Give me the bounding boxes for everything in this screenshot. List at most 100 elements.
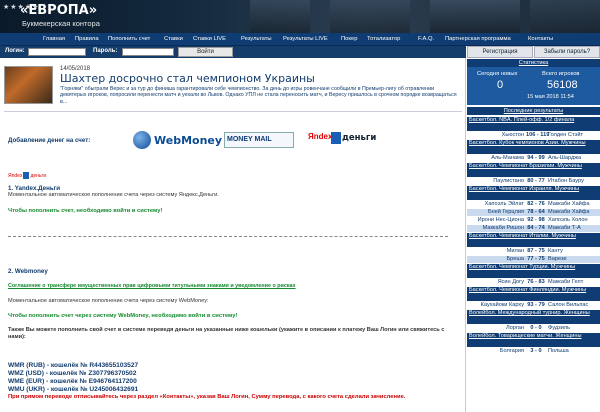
result-row: Болгария 3 - 0 Польша <box>467 348 600 355</box>
result-score: 106 - 119 <box>526 132 550 138</box>
webmoney-logo-text: WebMoney <box>154 134 223 147</box>
home-team: Ирони Нес-Циона <box>477 217 524 223</box>
results-league-header[interactable]: Баскетбол. NBA. Плей-офф. 1/2 финала <box>467 117 600 131</box>
section-title-yandex: 1. Yandex.Деньги <box>8 185 61 192</box>
away-team: Маккаби Гелт <box>548 279 584 285</box>
results-league-header[interactable]: Баскетбол. Чемпионат Италии. Мужчины <box>467 233 600 247</box>
nav-item-faq[interactable]: F.A.Q. <box>418 36 434 42</box>
results-league-header[interactable]: Волейбол. Товарищеские матчи. Женщины <box>467 333 600 347</box>
webmoney-logo[interactable]: WebMoney <box>133 129 222 151</box>
nav-item-deposit[interactable]: Пополнить счет <box>108 36 150 42</box>
result-row: Маккаби Ришон 84 - 74 Маккаби Т-А <box>467 225 600 232</box>
result-score: 92 - 98 <box>527 217 545 223</box>
home-team: Ясин Догу <box>497 279 524 285</box>
result-score: 84 - 74 <box>527 225 545 231</box>
result-score: 87 - 75 <box>527 248 545 254</box>
transfer-warning: При прямом переводе отписывайтесь через … <box>8 394 406 400</box>
result-row: Аль-Манама 94 - 99 Аль-Шарджа <box>467 155 600 162</box>
results-league-header[interactable]: Баскетбол. Чемпионат Бразилии. Мужчины <box>467 163 600 177</box>
main-nav: Главная Правила Пополнить счет Ставки Ст… <box>0 33 600 46</box>
login-input[interactable] <box>28 48 86 56</box>
add-money-label: Добавление денег на счет: <box>8 137 91 144</box>
section-desc-yandex: Моментальное автоматическое пополнение с… <box>8 192 219 198</box>
result-row: Бней Герцлия 78 - 64 Маккаби Хайфа <box>467 209 600 216</box>
yandex-logo-word: деньги <box>342 133 377 143</box>
last-results-title[interactable]: Последние результаты <box>467 107 600 115</box>
result-row: Бреша 77 - 75 Варезе <box>467 256 600 263</box>
password-input[interactable] <box>122 48 174 56</box>
nav-item-contacts[interactable]: Контакты <box>528 36 553 42</box>
home-team: Бреша <box>506 256 525 262</box>
result-score: 77 - 75 <box>527 256 545 262</box>
wallet-wmr: WMR (RUB) - кошелёк № R443655103527 <box>8 362 139 369</box>
yandex-money-logo[interactable]: Яndex деньги <box>308 129 376 151</box>
password-label: Пароль: <box>93 48 118 54</box>
results-league-header[interactable]: Баскетбол. Чемпионат Финляндии. Мужчины <box>467 287 600 301</box>
logo-subtitle: Букмекерская контора <box>22 19 100 28</box>
result-score: 3 - 0 <box>530 348 542 354</box>
away-team: Хапоэль Холон <box>548 217 588 223</box>
header-photo <box>530 0 600 33</box>
home-team: Каухайоки Карху <box>480 302 524 308</box>
news-title[interactable]: Шахтер досрочно стал чемпионом Украины <box>60 72 315 85</box>
yandex-small-text: Яndex <box>8 172 23 179</box>
login-required-note: Чтобы пополнить счет через систему WebMo… <box>8 313 238 319</box>
total-players-label: Всего игроков <box>542 71 580 77</box>
header-photo <box>330 0 410 33</box>
results-league-header[interactable]: Баскетбол. Чемпионат Турции. Мужчины <box>467 264 600 278</box>
section-title-webmoney: 2. Webmoney <box>8 268 48 275</box>
yandex-logo-text: Яndex <box>308 132 333 141</box>
home-team: Лорган <box>505 325 524 331</box>
result-score: 78 - 64 <box>527 209 545 215</box>
divider <box>8 236 448 237</box>
news-image[interactable] <box>4 66 53 104</box>
away-team: Маккаби Хайфа <box>548 201 590 207</box>
moneymail-logo[interactable]: MONEY MAIL <box>224 132 294 148</box>
results-league-header[interactable]: Баскетбол. Чемпионат Израиля. Мужчины <box>467 186 600 200</box>
nav-item-bets-live[interactable]: Ставки LIVE <box>193 36 226 42</box>
yandex-small-logo: Яndex деньги <box>8 172 46 179</box>
nav-item-home[interactable]: Главная <box>43 36 65 42</box>
logo-title[interactable]: «ЕВРОПА» <box>20 3 97 18</box>
nav-item-poker[interactable]: Покер <box>341 36 357 42</box>
stats-box: Сегодня новых Всего игроков 0 56108 15 м… <box>467 67 600 105</box>
header-photo <box>430 0 520 33</box>
site-header: ★★★★★ «ЕВРОПА» Букмекерская контора <box>0 0 600 33</box>
result-score: 94 - 99 <box>527 155 545 161</box>
divider <box>4 111 462 112</box>
nav-item-totalizator[interactable]: Тотализатор <box>367 36 400 42</box>
away-team: Салон Вильпас <box>548 302 589 308</box>
login-button[interactable]: Войти <box>178 47 233 57</box>
agreement-link[interactable]: Соглашение о трансфере имущественных пра… <box>8 283 296 289</box>
register-button[interactable]: Регистрация <box>467 46 533 58</box>
nav-item-results[interactable]: Результаты <box>241 36 272 42</box>
results-league-header[interactable]: Волейбол. Международный турнир. Женщины <box>467 310 600 324</box>
result-score: 76 - 83 <box>527 279 545 285</box>
result-row: Ирони Нес-Циона 92 - 98 Хапоэль Холон <box>467 217 600 224</box>
away-team: Польша <box>548 348 569 354</box>
nav-item-rules[interactable]: Правила <box>75 36 99 42</box>
home-team: Хапоэль Эйлат <box>484 201 524 207</box>
wallet-wme: WME (EUR) - кошелёк № E946764117200 <box>8 378 137 385</box>
sidebar: Регистрация Забыли пароль? Статистика Се… <box>467 46 600 412</box>
result-row: Ясин Догу 76 - 83 Маккаби Гелт <box>467 279 600 286</box>
nav-item-results-live[interactable]: Результаты LIVE <box>283 36 328 42</box>
away-team: Канту <box>548 248 563 254</box>
home-team: Болгария <box>499 348 524 354</box>
result-row: Каухайоки Карху 93 - 79 Салон Вильпас <box>467 302 600 309</box>
forgot-password-button[interactable]: Забыли пароль? <box>534 46 600 58</box>
nav-item-partners[interactable]: Партнерская программа <box>445 36 511 42</box>
result-score: 80 - 77 <box>527 178 545 184</box>
today-new-label: Сегодня новых <box>477 71 518 77</box>
stats-title[interactable]: Статистика <box>467 59 600 67</box>
wallet-icon <box>331 132 341 144</box>
yandex-small-suffix: деньги <box>30 172 47 179</box>
result-row: Милан 87 - 75 Канту <box>467 248 600 255</box>
total-players-value: 56108 <box>547 79 578 91</box>
result-row: Лорган 0 - 0 Фудзиль <box>467 325 600 332</box>
home-team: Паулистано <box>493 178 524 184</box>
nav-item-bets[interactable]: Ставки <box>164 36 183 42</box>
results-league-header[interactable]: Баскетбол. Кубок чемпионов Азии. Мужчины <box>467 140 600 154</box>
header-photo <box>250 0 310 33</box>
home-team: Бней Герцлия <box>487 209 524 215</box>
